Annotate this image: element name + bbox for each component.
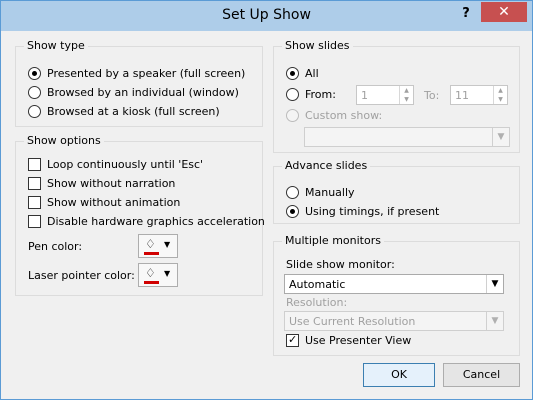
radio-button[interactable] xyxy=(28,67,41,80)
radio-label: Manually xyxy=(305,186,355,199)
spinner-value: 11 xyxy=(455,89,469,102)
multiple-monitors-label: Multiple monitors xyxy=(282,234,384,247)
radio-browsed-by-individual[interactable]: Browsed by an individual (window) xyxy=(28,86,239,99)
check-without-narration[interactable]: Show without narration xyxy=(28,177,175,190)
radio-button[interactable] xyxy=(286,88,299,101)
slide-show-monitor-label: Slide show monitor: xyxy=(286,258,395,271)
spinner-value: 1 xyxy=(361,89,368,102)
chevron-down-icon: ▼ xyxy=(164,240,171,249)
chevron-down-icon: ▼ xyxy=(164,269,171,278)
paint-bucket-icon: ♢ xyxy=(145,266,156,280)
chevron-down-icon[interactable]: ▼ xyxy=(486,275,503,293)
check-use-presenter-view[interactable]: Use Presenter View xyxy=(286,333,412,347)
paint-bucket-icon: ♢ xyxy=(145,237,156,251)
show-options-label: Show options xyxy=(24,134,104,147)
pen-color-swatch xyxy=(144,252,159,255)
close-button[interactable]: ✕ xyxy=(481,2,527,22)
checkbox-label: Loop continuously until 'Esc' xyxy=(47,158,204,171)
radio-presented-by-speaker[interactable]: Presented by a speaker (full screen) xyxy=(28,67,245,80)
laser-pointer-color-label: Laser pointer color: xyxy=(28,269,135,282)
advance-slides-label: Advance slides xyxy=(282,159,371,172)
radio-label: From: xyxy=(305,88,336,101)
laser-pointer-color-button[interactable]: ♢ ▼ xyxy=(138,263,178,287)
monitor-value: Automatic xyxy=(289,278,346,291)
resolution-dropdown[interactable]: Use Current Resolution ▼ xyxy=(284,311,504,331)
radio-button[interactable] xyxy=(28,105,41,118)
chevron-down-icon[interactable]: ▼ xyxy=(486,312,503,330)
radio-label: All xyxy=(305,67,319,80)
radio-custom-show[interactable]: Custom show: xyxy=(286,109,382,122)
resolution-value: Use Current Resolution xyxy=(289,315,416,328)
radio-label: Using timings, if present xyxy=(305,205,440,218)
custom-show-dropdown[interactable]: ▼ xyxy=(304,127,510,147)
radio-all-slides[interactable]: All xyxy=(286,67,319,80)
checkbox[interactable] xyxy=(286,333,299,347)
radio-label: Presented by a speaker (full screen) xyxy=(47,67,246,80)
radio-from-slide[interactable]: From: xyxy=(286,88,336,101)
title-bar[interactable]: Set Up Show ? ✕ xyxy=(1,1,532,31)
radio-label: Browsed at a kiosk (full screen) xyxy=(47,105,220,118)
spinner-arrows-icon[interactable]: ▲ ▼ xyxy=(399,86,413,104)
radio-browsed-at-kiosk[interactable]: Browsed at a kiosk (full screen) xyxy=(28,105,220,118)
ok-button[interactable]: OK xyxy=(363,363,435,387)
checkbox-label: Show without animation xyxy=(47,196,181,209)
radio-button[interactable] xyxy=(286,205,299,218)
resolution-label: Resolution: xyxy=(286,296,348,309)
pen-color-label: Pen color: xyxy=(28,240,83,253)
show-slides-label: Show slides xyxy=(282,39,353,52)
to-label: To: xyxy=(424,89,440,102)
checkbox[interactable] xyxy=(28,177,41,190)
radio-button[interactable] xyxy=(286,186,299,199)
radio-button[interactable] xyxy=(28,86,41,99)
radio-button[interactable] xyxy=(286,67,299,80)
radio-label: Browsed by an individual (window) xyxy=(47,86,239,99)
spinner-arrows-icon[interactable]: ▲ ▼ xyxy=(493,86,507,104)
show-type-label: Show type xyxy=(24,39,88,52)
show-type-group: Show type Presented by a speaker (full s… xyxy=(15,39,263,127)
multiple-monitors-group: Multiple monitors Slide show monitor: Au… xyxy=(273,234,520,356)
pen-color-button[interactable]: ♢ ▼ xyxy=(138,234,178,258)
checkbox[interactable] xyxy=(28,215,41,228)
show-slides-group: Show slides All From: 1 ▲ ▼ To: 11 ▲ ▼ Cus… xyxy=(273,39,520,153)
checkbox-label: Use Presenter View xyxy=(305,334,412,347)
checkbox-label: Disable hardware graphics acceleration xyxy=(47,215,265,228)
to-slide-spinner[interactable]: 11 ▲ ▼ xyxy=(450,85,508,105)
checkbox[interactable] xyxy=(28,196,41,209)
advance-slides-group: Advance slides Manually Using timings, i… xyxy=(273,159,520,224)
checkbox[interactable] xyxy=(28,158,41,171)
check-without-animation[interactable]: Show without animation xyxy=(28,196,180,209)
cancel-button[interactable]: Cancel xyxy=(443,363,520,387)
radio-using-timings[interactable]: Using timings, if present xyxy=(286,205,439,218)
chevron-down-icon[interactable]: ▼ xyxy=(492,128,509,146)
checkbox-label: Show without narration xyxy=(47,177,176,190)
slide-show-monitor-dropdown[interactable]: Automatic ▼ xyxy=(284,274,504,294)
check-disable-hw-acceleration[interactable]: Disable hardware graphics acceleration xyxy=(28,215,265,228)
radio-label: Custom show: xyxy=(305,109,383,122)
from-slide-spinner[interactable]: 1 ▲ ▼ xyxy=(356,85,414,105)
help-button[interactable]: ? xyxy=(453,3,479,25)
laser-color-swatch xyxy=(144,281,159,284)
set-up-show-dialog: Set Up Show ? ✕ Show type Presented by a… xyxy=(0,0,533,400)
show-options-group: Show options Loop continuously until 'Es… xyxy=(15,134,265,296)
radio-manually[interactable]: Manually xyxy=(286,186,355,199)
check-loop-continuously[interactable]: Loop continuously until 'Esc' xyxy=(28,158,203,171)
radio-button[interactable] xyxy=(286,109,299,122)
